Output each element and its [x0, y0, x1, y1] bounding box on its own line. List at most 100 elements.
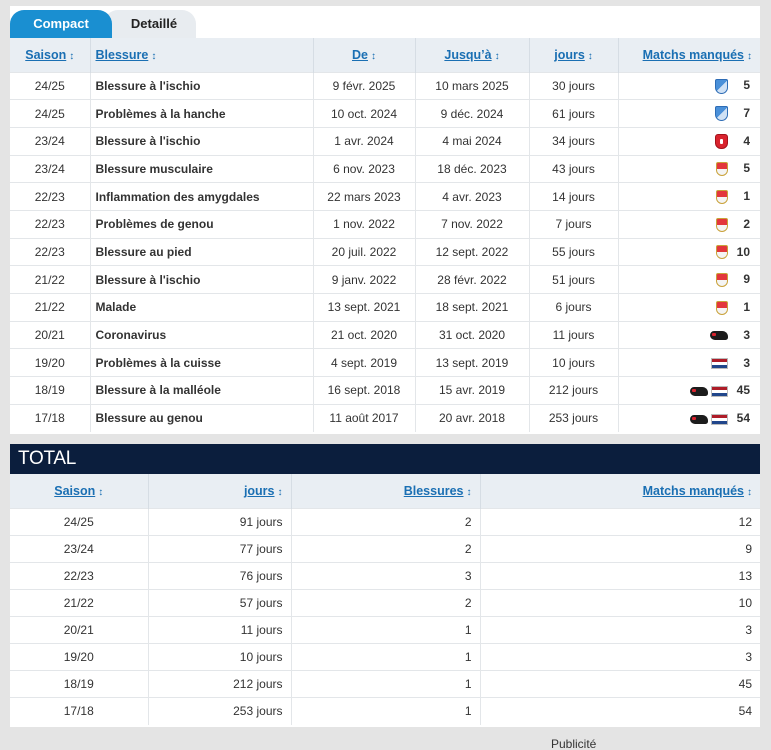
table-row: 19/20 Problèmes à la cuisse 4 sept. 2019 13…: [10, 348, 760, 377]
total-header-injuries[interactable]: Blessures ↕: [291, 474, 481, 508]
injury-table-body: 24/25 Blessure à l'ischio 9 févr. 2025 10 m…: [10, 71, 760, 432]
until-date-cell: 13 sept. 2019: [415, 348, 530, 377]
monaco-crest-icon[interactable]: [716, 273, 728, 288]
monaco-crest-icon[interactable]: [716, 217, 728, 232]
netherlands-flag-icon[interactable]: [711, 358, 728, 370]
netherlands-flag-icon[interactable]: [711, 385, 728, 397]
table-row: 20/21 Coronavirus 21 oct. 2020 31 oct. 2020…: [10, 320, 760, 349]
games-missed-count: 54: [736, 411, 750, 426]
total-games-missed-cell: 3: [480, 615, 760, 644]
injury-cell: Blessure à l'ischio: [90, 126, 314, 156]
games-missed-cell: 5: [618, 71, 760, 100]
injury-table: Saison ↕ Blessure ↕ De ↕ Jusqu’à ↕ jours ↕ Ma…: [10, 38, 760, 432]
total-season-cell: 22/23: [10, 561, 149, 590]
az-lion-logo-icon[interactable]: [710, 331, 728, 341]
table-row: 21/22 Malade 13 sept. 2021 18 sept. 2021 6 j…: [10, 293, 760, 322]
total-header-games-missed[interactable]: Matchs manqués ↕: [480, 474, 760, 508]
until-date-cell: 9 déc. 2024: [415, 99, 530, 128]
from-date-cell: 22 mars 2023: [313, 182, 416, 211]
until-date-cell: 10 mars 2025: [415, 71, 530, 100]
column-header-until[interactable]: Jusqu’à ↕: [415, 38, 530, 72]
from-date-cell: 21 oct. 2020: [313, 320, 416, 349]
total-header-days[interactable]: jours ↕: [148, 474, 292, 508]
total-games-missed-cell: 3: [480, 642, 760, 671]
total-title: TOTAL: [10, 444, 760, 474]
games-missed-cell: 3: [618, 320, 760, 349]
az-lion-logo-icon[interactable]: [690, 386, 708, 396]
games-missed-count: 5: [743, 161, 750, 176]
games-missed-count: 10: [736, 244, 750, 259]
days-cell: 10 jours: [529, 348, 619, 377]
table-row: 24/25 91 jours 2 12: [10, 507, 760, 536]
column-header-games-missed[interactable]: Matchs manqués ↕: [618, 38, 760, 72]
tab-detailed[interactable]: Detaillé: [104, 10, 196, 38]
season-cell: 18/19: [10, 376, 91, 405]
table-row: 22/23 76 jours 3 13: [10, 561, 760, 590]
injury-cell: Problèmes à la cuisse: [90, 348, 314, 377]
games-missed-count: 2: [743, 216, 750, 231]
until-date-cell: 15 avr. 2019: [415, 376, 530, 405]
tab-compact[interactable]: Compact: [10, 10, 112, 38]
season-cell: 20/21: [10, 320, 91, 349]
netherlands-flag-icon[interactable]: [711, 413, 728, 425]
az-lion-logo-icon[interactable]: [690, 414, 708, 424]
games-missed-count: 3: [743, 328, 750, 343]
monaco-crest-icon[interactable]: [716, 300, 728, 315]
table-row: 18/19 Blessure à la malléole 16 sept. 2018…: [10, 376, 760, 405]
sort-icon: ↕: [466, 486, 472, 498]
total-days-cell: 76 jours: [148, 561, 292, 590]
injury-cell: Blessure à l'ischio: [90, 71, 314, 100]
table-row: 24/25 Problèmes à la hanche 10 oct. 2024 9 …: [10, 99, 760, 128]
injury-cell: Blessure à l'ischio: [90, 265, 314, 294]
table-row: 22/23 Blessure au pied 20 juil. 2022 12 sep…: [10, 237, 760, 266]
twente-crest-icon[interactable]: [715, 133, 728, 149]
games-missed-cell: 2: [618, 209, 760, 239]
table-row: 17/18 Blessure au genou 11 août 2017 20 avr…: [10, 403, 760, 432]
from-date-cell: 6 nov. 2023: [313, 154, 416, 183]
total-season-cell: 19/20: [10, 642, 149, 671]
total-header-season[interactable]: Saison ↕: [10, 474, 149, 508]
season-cell: 21/22: [10, 293, 91, 322]
monaco-crest-icon[interactable]: [716, 245, 728, 260]
total-injuries-cell: 2: [291, 588, 481, 617]
games-missed-count: 4: [743, 133, 750, 148]
injury-cell: Problèmes de genou: [90, 209, 314, 239]
total-games-missed-cell: 13: [480, 561, 760, 590]
total-injuries-cell: 1: [291, 642, 481, 671]
total-days-cell: 91 jours: [148, 507, 292, 536]
games-missed-count: 1: [743, 189, 750, 204]
games-missed-cell: 3: [618, 348, 760, 377]
from-date-cell: 16 sept. 2018: [313, 376, 416, 405]
sort-icon: ↕: [747, 486, 752, 498]
season-cell: 19/20: [10, 348, 91, 377]
table-row: 21/22 57 jours 2 10: [10, 588, 760, 617]
total-card: TOTAL Saison ↕ jours ↕ Blessures ↕ Matchs m…: [10, 444, 760, 727]
games-missed-cell: 5: [618, 154, 760, 183]
injury-cell: Problèmes à la hanche: [90, 99, 314, 128]
until-date-cell: 12 sept. 2022: [415, 237, 530, 266]
table-row: 23/24 Blessure musculaire 6 nov. 2023 18 dé…: [10, 154, 760, 183]
until-date-cell: 28 févr. 2022: [415, 265, 530, 294]
column-header-injury[interactable]: Blessure ↕: [90, 38, 314, 72]
from-date-cell: 20 juil. 2022: [313, 237, 416, 266]
season-cell: 23/24: [10, 154, 91, 183]
until-date-cell: 4 mai 2024: [415, 126, 530, 156]
column-header-season[interactable]: Saison ↕: [10, 38, 91, 72]
season-cell: 22/23: [10, 209, 91, 239]
total-season-cell: 24/25: [10, 507, 149, 536]
column-header-from[interactable]: De ↕: [313, 38, 416, 72]
monaco-crest-icon[interactable]: [716, 190, 728, 204]
column-header-days[interactable]: jours ↕: [529, 38, 619, 72]
from-date-cell: 4 sept. 2019: [313, 348, 416, 377]
monaco-crest-icon[interactable]: [716, 162, 728, 177]
days-cell: 253 jours: [529, 403, 619, 432]
stuttgart-shield-icon[interactable]: [715, 106, 728, 122]
from-date-cell: 10 oct. 2024: [313, 99, 416, 128]
season-cell: 24/25: [10, 99, 91, 128]
table-row: 23/24 77 jours 2 9: [10, 534, 760, 563]
games-missed-cell: 9: [618, 265, 760, 294]
stuttgart-shield-icon[interactable]: [715, 78, 728, 94]
from-date-cell: 1 avr. 2024: [313, 126, 416, 156]
days-cell: 11 jours: [529, 320, 619, 349]
season-cell: 22/23: [10, 237, 91, 266]
